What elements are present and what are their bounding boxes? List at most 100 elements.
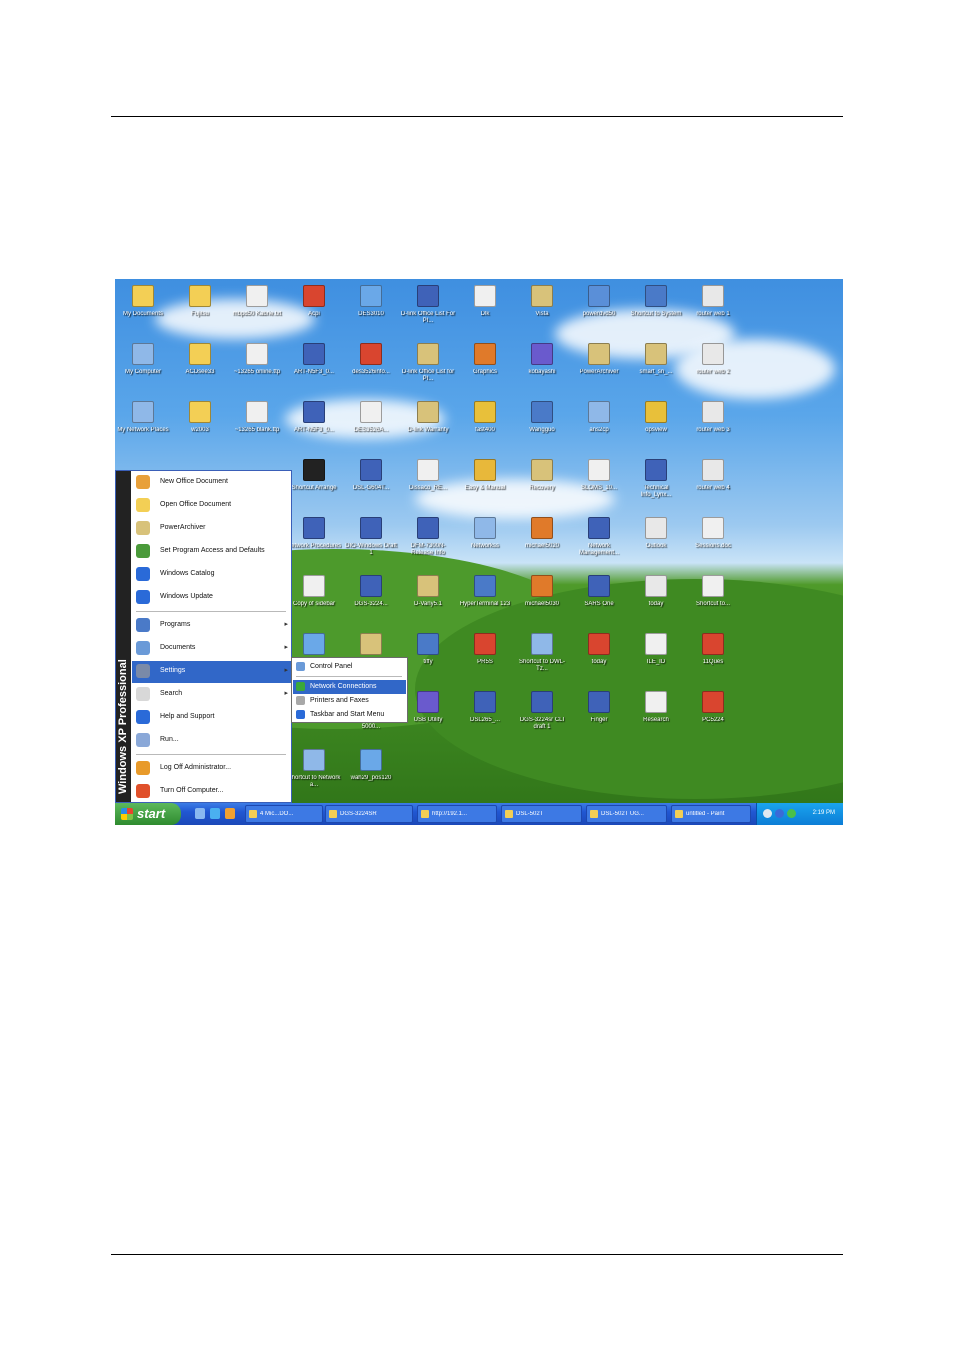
start-menu-item[interactable]: Log Off Administrator... (132, 758, 291, 780)
desktop-icon[interactable]: mbpd50 Kabrie.txt (229, 283, 285, 333)
desktop-icon[interactable]: Dlk (457, 283, 513, 333)
desktop-icon[interactable]: ans2cp (571, 399, 627, 449)
desktop-icon[interactable]: My Computer (115, 341, 171, 391)
desktop-icon[interactable]: michael5030 (514, 573, 570, 623)
desktop-icon[interactable]: D-link Warranty (400, 399, 456, 449)
start-menu-item[interactable]: Windows Catalog (132, 564, 291, 586)
volume-tray-icon[interactable] (775, 809, 784, 818)
desktop-icon[interactable]: kobayashi (514, 341, 570, 391)
desktop-icon[interactable]: Finger (571, 689, 627, 739)
desktop-icon[interactable]: ACDsee33 (172, 341, 228, 391)
desktop-icon[interactable]: USB Utility (400, 689, 456, 739)
start-menu-item[interactable]: Documents ▸ (132, 638, 291, 660)
desktop-icon[interactable]: Shortcut Arrange (286, 457, 342, 507)
desktop-icon[interactable]: des3526info... (343, 341, 399, 391)
start-menu-item[interactable]: New Office Document (132, 472, 291, 494)
desktop-icon[interactable]: ART-N5F3_0... (286, 399, 342, 449)
start-menu-item[interactable]: PowerArchiver (132, 518, 291, 540)
desktop-icon[interactable]: HyperTerminal 123 (457, 573, 513, 623)
desktop-icon[interactable]: today (628, 573, 684, 623)
desktop-icon[interactable]: DES3010 (343, 283, 399, 333)
desktop-icon[interactable]: ILE_ID (628, 631, 684, 681)
desktop-icon[interactable]: Shortcut to Network a... (286, 747, 342, 797)
desktop-icon[interactable]: tiffy (400, 631, 456, 681)
desktop-icon[interactable]: Sessions.doc (685, 515, 741, 565)
desktop-icon[interactable]: D-Vany5.1 (400, 573, 456, 623)
taskbar-button[interactable]: 4 Mic...DO... (245, 805, 323, 823)
desktop-icon[interactable]: Copy of sidebar (286, 573, 342, 623)
desktop-icon[interactable]: D-link Office List for PI... (400, 341, 456, 391)
start-menu-item[interactable]: Programs ▸ (132, 615, 291, 637)
desktop-icon[interactable]: Vista (514, 283, 570, 333)
desktop-icon[interactable]: Shortcut to... (685, 573, 741, 623)
desktop-icon[interactable]: Network Management... (571, 515, 627, 565)
desktop-icon[interactable]: DES3526A... (343, 399, 399, 449)
desktop-icon[interactable]: router web 4 (685, 457, 741, 507)
desktop-icon[interactable]: Shortcut to DWL-Tz... (514, 631, 570, 681)
messenger-tray-icon[interactable] (787, 809, 796, 818)
desktop-icon[interactable]: Graphics (457, 341, 513, 391)
taskbar-button[interactable]: DSL-502T (501, 805, 582, 823)
internet-explorer-icon[interactable] (210, 808, 220, 819)
desktop-icon[interactable]: ~13265 online.ttp (229, 341, 285, 391)
desktop-icon[interactable]: DSL265_... (457, 689, 513, 739)
desktop-icon[interactable]: smart_sn_... (628, 341, 684, 391)
desktop-icon[interactable]: today (571, 631, 627, 681)
desktop-icon[interactable]: router web 3 (685, 399, 741, 449)
desktop-icon[interactable]: opsview (628, 399, 684, 449)
desktop-icon[interactable]: wah29_pos120 (343, 747, 399, 797)
taskbar-button[interactable]: untitled - Paint (671, 805, 751, 823)
media-player-icon[interactable] (225, 808, 235, 819)
desktop-icon[interactable]: D-link Office List For PI... (400, 283, 456, 333)
taskbar-button[interactable]: http://192.1... (417, 805, 497, 823)
settings-submenu-item[interactable]: Control Panel (293, 660, 406, 674)
desktop-icon[interactable]: Easy & Manual (457, 457, 513, 507)
network-tray-icon[interactable] (763, 809, 772, 818)
desktop-icon[interactable]: 11Ques (685, 631, 741, 681)
desktop-icon[interactable]: Wangguo (514, 399, 570, 449)
settings-submenu-item[interactable]: Network Connections (293, 680, 406, 694)
desktop-icon[interactable]: SLOMS_10... (571, 457, 627, 507)
desktop-icon[interactable]: DSL-G604T... (343, 457, 399, 507)
taskbar-button[interactable]: DSL-502T UG... (586, 805, 667, 823)
desktop-icon[interactable]: Recovery (514, 457, 570, 507)
start-menu-item[interactable]: Run... (132, 730, 291, 752)
show-desktop-icon[interactable] (195, 808, 205, 819)
start-menu-item[interactable]: Settings ▸ (132, 661, 291, 683)
start-menu-item[interactable]: Turn Off Computer... (132, 781, 291, 803)
desktop-icon[interactable]: PowerArchiver (571, 341, 627, 391)
desktop-icon[interactable]: DFM-7300N-Release Info (400, 515, 456, 565)
start-menu-item[interactable]: Windows Update (132, 587, 291, 609)
settings-submenu-item[interactable]: Printers and Faxes (293, 694, 406, 708)
desktop-icon[interactable]: My Documents (115, 283, 171, 333)
desktop-icon[interactable]: Dissaco_RE... (400, 457, 456, 507)
desktop-icon[interactable]: PC5224 (685, 689, 741, 739)
desktop-icon[interactable]: Research (628, 689, 684, 739)
start-menu-item[interactable]: Open Office Document (132, 495, 291, 517)
desktop-icon[interactable]: My Network Places (115, 399, 171, 449)
desktop-icon[interactable]: Fujitsu (172, 283, 228, 333)
taskbar-button[interactable]: DGS-3224SR (325, 805, 413, 823)
desktop-icon[interactable]: ~13265 blank.ttp (229, 399, 285, 449)
desktop-icon[interactable]: SARS One (571, 573, 627, 623)
desktop-icon[interactable]: DGS-3224... (343, 573, 399, 623)
start-menu-item[interactable]: Set Program Access and Defaults (132, 541, 291, 563)
desktop-icon[interactable]: router web 1 (685, 283, 741, 333)
desktop-icon[interactable]: Technical Info_Lynx... (628, 457, 684, 507)
desktop-icon[interactable]: Outlook (628, 515, 684, 565)
start-menu-item[interactable]: Help and Support (132, 707, 291, 729)
desktop-icon[interactable]: DGS-3224sr CLI draft 1 (514, 689, 570, 739)
desktop-icon[interactable]: fast400 (457, 399, 513, 449)
desktop-icon[interactable]: Network Procedures (286, 515, 342, 565)
desktop-icon[interactable]: DIO-Windows Draft 1 (343, 515, 399, 565)
desktop-icon[interactable]: powerdvd50 (571, 283, 627, 333)
desktop-icon[interactable]: Shortcut to System (628, 283, 684, 333)
start-menu-item[interactable]: Search ▸ (132, 684, 291, 706)
settings-submenu-item[interactable]: Taskbar and Start Menu (293, 708, 406, 722)
desktop-icon[interactable]: Networkss (457, 515, 513, 565)
desktop-icon[interactable]: w2003 (172, 399, 228, 449)
desktop-icon[interactable]: Acpi (286, 283, 342, 333)
desktop-icon[interactable]: ART-N5F3_0... (286, 341, 342, 391)
desktop-icon[interactable]: michael5020 (514, 515, 570, 565)
desktop-icon[interactable]: PR5S (457, 631, 513, 681)
